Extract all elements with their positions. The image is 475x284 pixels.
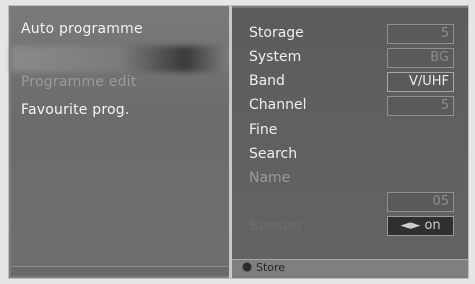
store-label[interactable]: Store bbox=[256, 261, 285, 274]
system-label: System bbox=[249, 49, 302, 65]
menu-item-auto-programme[interactable]: Auto programme bbox=[21, 21, 143, 37]
storage-value[interactable]: 5 bbox=[387, 24, 454, 44]
band-value[interactable]: V/UHF bbox=[387, 72, 454, 92]
settings-panel: Storage 5 System BG Band V/UHF Channel 5… bbox=[232, 8, 468, 276]
fine-label[interactable]: Fine bbox=[249, 122, 277, 138]
storage-label: Storage bbox=[249, 25, 304, 41]
search-label[interactable]: Search bbox=[249, 146, 297, 162]
booster-label: Booster bbox=[249, 218, 303, 234]
left-panel-footer bbox=[11, 266, 229, 276]
band-label: Band bbox=[249, 73, 285, 89]
name-value[interactable]: 05 bbox=[387, 192, 454, 212]
selection-highlight bbox=[11, 46, 229, 72]
name-label: Name bbox=[249, 170, 291, 186]
channel-label: Channel bbox=[249, 97, 307, 113]
store-button-icon[interactable] bbox=[242, 262, 252, 272]
channel-value[interactable]: 5 bbox=[387, 96, 454, 116]
tv-menu-screen: Auto programme Programme edit Favourite … bbox=[8, 5, 469, 279]
system-value[interactable]: BG bbox=[387, 48, 454, 68]
store-footer: Store bbox=[232, 259, 468, 276]
menu-item-favourite-prog[interactable]: Favourite prog. bbox=[21, 102, 130, 118]
booster-toggle[interactable]: ◄► on bbox=[387, 216, 454, 236]
menu-item-programme-edit[interactable]: Programme edit bbox=[21, 74, 136, 90]
main-menu-panel: Auto programme Programme edit Favourite … bbox=[11, 8, 229, 276]
